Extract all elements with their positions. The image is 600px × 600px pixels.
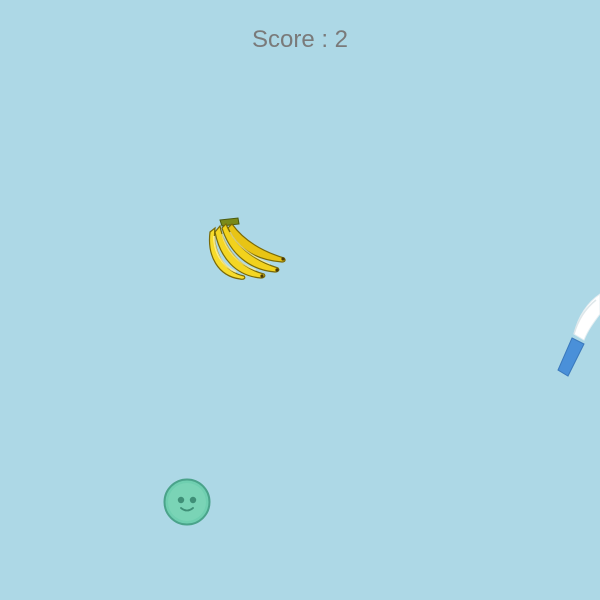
score-display: Score : 2 — [0, 26, 600, 54]
banana-icon[interactable] — [206, 212, 288, 280]
knife-icon[interactable] — [552, 286, 600, 382]
score-value: 2 — [334, 26, 349, 53]
game-canvas[interactable]: Score : 2 — [0, 0, 600, 600]
score-label: Score : — [251, 26, 335, 53]
smiley-ball-icon[interactable] — [162, 477, 212, 527]
